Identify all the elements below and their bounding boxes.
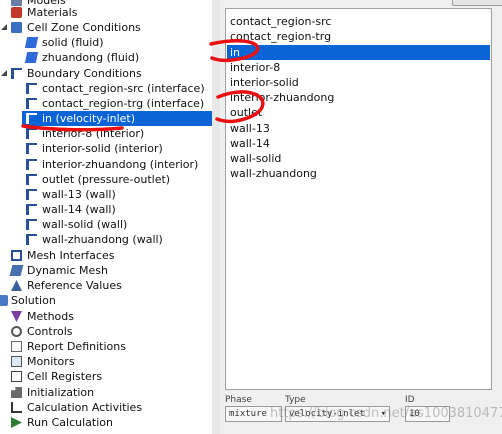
panel-splitter[interactable] <box>212 0 220 434</box>
zone-list-item[interactable]: wall-zhuandong <box>227 166 490 181</box>
tree-item-bc-contact-region-trg[interactable]: contact_region-trg (interface) <box>0 96 212 111</box>
tree-item-bc-wall-14[interactable]: wall-14 (wall) <box>0 202 212 217</box>
dynamic-mesh-icon <box>9 265 24 276</box>
zone-list-item[interactable]: wall-14 <box>227 136 490 151</box>
tree-item-controls[interactable]: Controls <box>0 324 212 339</box>
tree-item-reference-values[interactable]: Reference Values <box>0 278 212 293</box>
tree-item-initialization[interactable]: Initialization <box>0 385 212 400</box>
controls-icon <box>11 326 22 337</box>
zone-list-item[interactable]: contact_region-trg <box>227 29 490 44</box>
id-label: ID <box>405 395 415 405</box>
tree-item-bc-interior-8[interactable]: interior-8 (interior) <box>0 126 212 141</box>
zone-list-item[interactable]: contact_region-src <box>227 14 490 29</box>
boundary-conditions-panel: contact_region-src contact_region-trg in… <box>220 0 502 434</box>
materials-icon <box>11 7 22 18</box>
outline-tree-panel: Models Materials Cell Zone Conditions so… <box>0 0 212 434</box>
initialization-icon <box>11 387 22 398</box>
tree-item-bc-wall-zhuandong[interactable]: wall-zhuandong (wall) <box>0 232 212 247</box>
tree-item-boundary-conditions[interactable]: Boundary Conditions <box>0 66 212 81</box>
tree-item-bc-interior-zhuandong[interactable]: interior-zhuandong (interior) <box>0 157 212 172</box>
zone-list[interactable]: contact_region-src contact_region-trg in… <box>225 8 492 390</box>
watermark-text: https://blog.csdn.net/as1003810477 <box>270 406 502 421</box>
zone-list-item[interactable]: wall-13 <box>227 121 490 136</box>
methods-icon <box>11 311 22 322</box>
zone-list-item-selected[interactable]: in <box>227 45 490 60</box>
report-icon <box>11 341 22 352</box>
bc-icon <box>26 98 37 109</box>
reference-values-icon <box>11 280 22 291</box>
cell-zone-icon <box>11 22 22 33</box>
zone-list-item[interactable]: wall-solid <box>227 151 490 166</box>
bc-icon <box>26 174 37 185</box>
bc-icon <box>26 219 37 230</box>
tree-item-monitors[interactable]: Monitors <box>0 354 212 369</box>
zone-list-item[interactable]: interior-8 <box>227 60 490 75</box>
tree-item-materials[interactable]: Materials <box>0 5 212 20</box>
zone-icon <box>24 52 39 63</box>
tree-item-mesh-interfaces[interactable]: Mesh Interfaces <box>0 248 212 263</box>
tree-item-cell-zone-conditions[interactable]: Cell Zone Conditions <box>0 20 212 35</box>
tree-item-cell-registers[interactable]: Cell Registers <box>0 369 212 384</box>
tree-item-solution[interactable]: Solution <box>0 293 212 308</box>
zone-list-item[interactable]: interior-solid <box>227 75 490 90</box>
solution-icon <box>0 295 8 306</box>
tree-item-report-definitions[interactable]: Report Definitions <box>0 339 212 354</box>
tree-item-bc-in[interactable]: in (velocity-inlet) <box>22 111 212 126</box>
tree-item-zone-zhuandong[interactable]: zhuandong (fluid) <box>0 50 212 65</box>
bc-icon <box>26 143 37 154</box>
top-dropdown-button[interactable] <box>452 0 502 6</box>
tree-item-bc-wall-solid[interactable]: wall-solid (wall) <box>0 217 212 232</box>
tree-item-bc-outlet[interactable]: outlet (pressure-outlet) <box>0 172 212 187</box>
tree-item-bc-contact-region-src[interactable]: contact_region-src (interface) <box>0 81 212 96</box>
run-icon <box>11 417 22 428</box>
tree-item-bc-interior-solid[interactable]: interior-solid (interior) <box>0 141 212 156</box>
bc-icon <box>26 189 37 200</box>
tree-item-zone-solid[interactable]: solid (fluid) <box>0 35 212 50</box>
cell-registers-icon <box>11 371 22 382</box>
tree-item-run-calculation[interactable]: Run Calculation <box>0 415 212 430</box>
mesh-interfaces-icon <box>11 250 22 261</box>
boundary-icon <box>11 68 22 79</box>
bc-icon <box>26 234 37 245</box>
tree-item-methods[interactable]: Methods <box>0 309 212 324</box>
monitors-icon <box>11 356 22 367</box>
phase-label: Phase <box>225 395 252 405</box>
tree-item-bc-wall-13[interactable]: wall-13 (wall) <box>0 187 212 202</box>
bc-icon <box>26 83 37 94</box>
bc-icon <box>26 113 37 124</box>
calc-activities-icon <box>11 402 22 413</box>
type-label: Type <box>285 395 306 405</box>
bc-icon <box>26 204 37 215</box>
collapse-arrow-icon[interactable] <box>1 23 8 31</box>
bc-icon <box>26 128 37 139</box>
bc-icon <box>26 159 37 170</box>
zone-list-item[interactable]: interior-zhuandong <box>227 90 490 105</box>
collapse-arrow-icon[interactable] <box>1 69 8 77</box>
tree-item-calculation-activities[interactable]: Calculation Activities <box>0 400 212 415</box>
zone-icon <box>24 37 39 48</box>
zone-list-item[interactable]: outlet <box>227 105 490 120</box>
tree-item-dynamic-mesh[interactable]: Dynamic Mesh <box>0 263 212 278</box>
